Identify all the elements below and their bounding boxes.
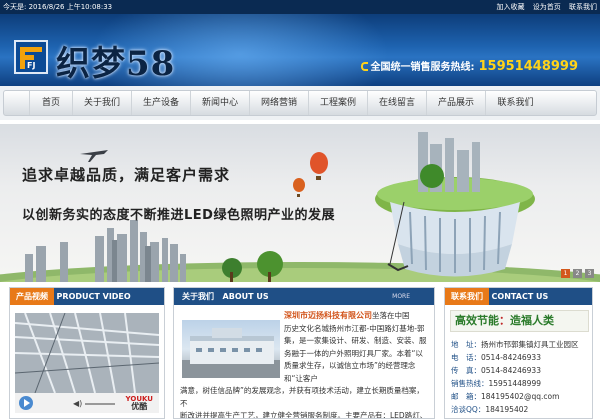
hotline-label: 全国统一销售服务热线: [370,62,475,73]
hotline-number: 15951448999 [478,59,579,74]
phone-icon [360,62,368,71]
nav-marketing[interactable]: 网络营销 [250,91,309,115]
contact-address: 地 址：扬州市邗郭集镇灯具工业园区 [451,340,579,349]
nav-home[interactable]: 首页 [29,91,73,115]
logo-text[interactable]: 织梦58 [56,36,175,85]
slider-dots: 1 2 3 [561,269,594,278]
contact-fax: 传 真：0514-84246933 [451,366,541,375]
main-nav: 首页 关于我们 生产设备 新闻中心 网络营销 工程案例 在线留言 产品展示 联系… [0,86,600,120]
about-us-panel: 关于我们 ABOUT US MORE 深圳市迈扬科技有限公司坐落在中国 历史文化… [173,287,435,419]
panel-subtitle: ABOUT US [222,292,269,301]
contact-email: 邮 箱：184195402@qq.com [451,392,560,401]
logo-mark: FJ [27,61,36,70]
nav-cases[interactable]: 工程案例 [309,91,368,115]
slider-dot-1[interactable]: 1 [561,269,570,278]
contact-us-panel: 联系我们 CONTACT US 高效节能：造福人类 地 址：扬州市邗郭集镇灯具工… [444,287,593,419]
top-links: 加入收藏 设为首页 联系我们 [491,0,597,14]
nav-products[interactable]: 产品展示 [427,91,486,115]
logo-icon[interactable]: FJ [14,40,48,74]
panel-subtitle: CONTACT US [491,292,549,301]
volume-icon[interactable]: ◀) [73,399,82,408]
contact-qq: 洽谈QQ：184195402 [451,405,529,414]
slider-dot-2[interactable]: 2 [573,269,582,278]
video-controls: ◀) YOUKU 优酷 [15,393,159,413]
more-link[interactable]: MORE [392,288,410,305]
site-header: FJ 织梦58 全国统一销售服务热线: 15951448999 [0,14,600,86]
nav-message[interactable]: 在线留言 [368,91,427,115]
panel-title: 产品视频 [10,288,54,305]
banner-slogan-1: 追求卓越品质，满足客户需求 [22,166,231,184]
youku-logo: YOUKU 优酷 [125,395,153,411]
top-bar: 今天是: 2016/8/26 上午10:08:33 加入收藏 设为首页 联系我们 [0,0,600,14]
play-icon[interactable] [19,396,33,410]
slider-dot-3[interactable]: 3 [585,269,594,278]
panel-title: 关于我们 [182,292,214,301]
volume-slider[interactable] [85,403,115,405]
nav-news[interactable]: 新闻中心 [191,91,250,115]
banner-illustration [0,132,600,282]
nav-about[interactable]: 关于我们 [73,91,132,115]
banner-slogan-2: 以创新务实的态度不断推进LED绿色照明产业的发展 [22,208,335,223]
set-homepage-link[interactable]: 设为首页 [533,3,561,11]
contact-sales: 销售热线：15951448999 [451,379,541,388]
panel-title: 联系我们 [445,288,489,305]
panel-header: 联系我们 CONTACT US [445,288,592,305]
contact-phone: 电 话：0514-84246933 [451,353,541,362]
hotline: 全国统一销售服务热线: 15951448999 [360,58,579,74]
nav-contact[interactable]: 联系我们 [486,91,545,115]
panel-header: 产品视频 PRODUCT VIDEO [10,288,164,305]
product-video-panel: 产品视频 PRODUCT VIDEO ◀) YOUKU 优酷 [9,287,165,419]
hero-banner[interactable]: 追求卓越品质，满足客户需求 以创新务实的态度不断推进LED绿色照明产业的发展 1… [0,124,600,282]
add-favorite-link[interactable]: 加入收藏 [497,3,525,11]
company-name[interactable]: 深圳市迈扬科技有限公司 [284,311,372,320]
nav-equipment[interactable]: 生产设备 [132,91,191,115]
panel-header: 关于我们 ABOUT US MORE [174,288,434,305]
video-player[interactable]: ◀) YOUKU 优酷 [15,313,159,413]
about-text: 深圳市迈扬科技有限公司坐落在中国 历史文化名城扬州市江都-中国路灯基地-郭 集，… [180,311,428,419]
panel-subtitle: PRODUCT VIDEO [56,292,131,301]
slogan-banner: 高效节能：造福人类 [450,310,589,332]
contact-us-link[interactable]: 联系我们 [569,3,597,11]
contact-list: 地 址：扬州市邗郭集镇灯具工业园区 电 话：0514-84246933 传 真：… [451,338,591,416]
current-date: 今天是: 2016/8/26 上午10:08:33 [3,3,113,11]
video-frame [15,313,159,394]
